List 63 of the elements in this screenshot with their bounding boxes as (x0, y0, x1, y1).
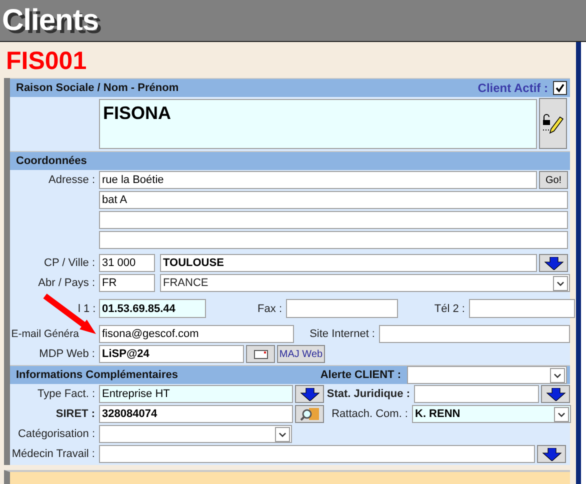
down-arrow-icon (542, 448, 562, 460)
sales-select[interactable]: K. RENN (412, 405, 571, 423)
active-label: Client Actif : (478, 81, 548, 95)
lookup-button[interactable] (537, 445, 566, 463)
input-field[interactable]: bat A (99, 191, 568, 209)
country-value: FRANCE (163, 277, 210, 289)
down-arrow-icon (544, 256, 564, 270)
name-field[interactable]: FISONA (99, 98, 537, 148)
input-field[interactable]: Entreprise HT (99, 385, 293, 403)
input-field[interactable] (469, 299, 575, 318)
down-arrow-icon (546, 388, 566, 400)
down-arrow-icon (300, 388, 320, 400)
go-button[interactable]: Go! (539, 171, 568, 189)
field-label: MDP Web : (38, 348, 96, 360)
client-code: FIS001 (6, 47, 88, 77)
update-button[interactable]: MAJ Web (277, 345, 325, 363)
field-label: Stat. Juridique : (326, 388, 411, 400)
input-field[interactable] (99, 211, 568, 229)
country-select[interactable]: FRANCE (160, 274, 570, 292)
field-label: Site Internet : (308, 328, 376, 340)
field-label: Médecin Travail : (10, 448, 96, 460)
lookup-button[interactable] (541, 385, 570, 403)
search-button[interactable] (295, 405, 324, 423)
input-field[interactable]: 328084074 (99, 405, 293, 423)
section-title: Raison Sociale / Nom - Prénom (16, 82, 179, 94)
dropdown-icon[interactable] (275, 426, 290, 442)
input-field[interactable]: rue la Boétie (99, 171, 537, 189)
field-label: Rattach. Com. : (330, 408, 409, 420)
field-label: SIRET : (54, 408, 96, 420)
field-label: Tél 2 : (433, 302, 466, 314)
email-button[interactable] (246, 345, 275, 363)
envelope-icon (254, 350, 268, 358)
window-title: Clients (2, 4, 99, 38)
input-field[interactable] (286, 299, 398, 318)
field-label: l 1 : (78, 302, 97, 314)
search-icon (300, 407, 320, 421)
field-label: CP / Ville : (43, 257, 96, 269)
input-field[interactable] (414, 385, 539, 403)
input-field[interactable]: 01.53.69.85.44 (99, 299, 206, 318)
lookup-button[interactable] (295, 385, 324, 403)
field-label: Abr / Pays : (37, 277, 96, 289)
section-title: Coordonnées (16, 155, 87, 167)
input-field[interactable]: TOULOUSE (160, 254, 537, 272)
field-label: E-mail Généra (10, 328, 80, 340)
lookup-button[interactable] (539, 254, 568, 272)
input-field[interactable]: LiSP@24 (99, 345, 244, 363)
input-field[interactable] (99, 445, 535, 463)
dropdown-icon[interactable] (554, 406, 569, 422)
dropdown-icon[interactable] (550, 368, 565, 382)
field-label: Type Fact. : (36, 388, 96, 400)
field-label: Catégorisation : (16, 428, 96, 440)
dropdown-icon[interactable] (553, 276, 568, 290)
input-field[interactable]: 31 000 (99, 254, 155, 272)
alert-label: Alerte CLIENT : (320, 369, 401, 381)
field-label: Fax : (256, 302, 283, 314)
input-field[interactable]: FR (99, 274, 155, 292)
input-field[interactable]: fisona@gescof.com (99, 325, 294, 343)
input-field[interactable] (379, 325, 570, 343)
active-checkbox[interactable] (553, 81, 567, 95)
field-label: Adresse : (48, 174, 96, 186)
input-field[interactable] (99, 231, 568, 249)
section-title: Informations Complémentaires (16, 369, 178, 381)
edit-button[interactable] (539, 98, 567, 149)
